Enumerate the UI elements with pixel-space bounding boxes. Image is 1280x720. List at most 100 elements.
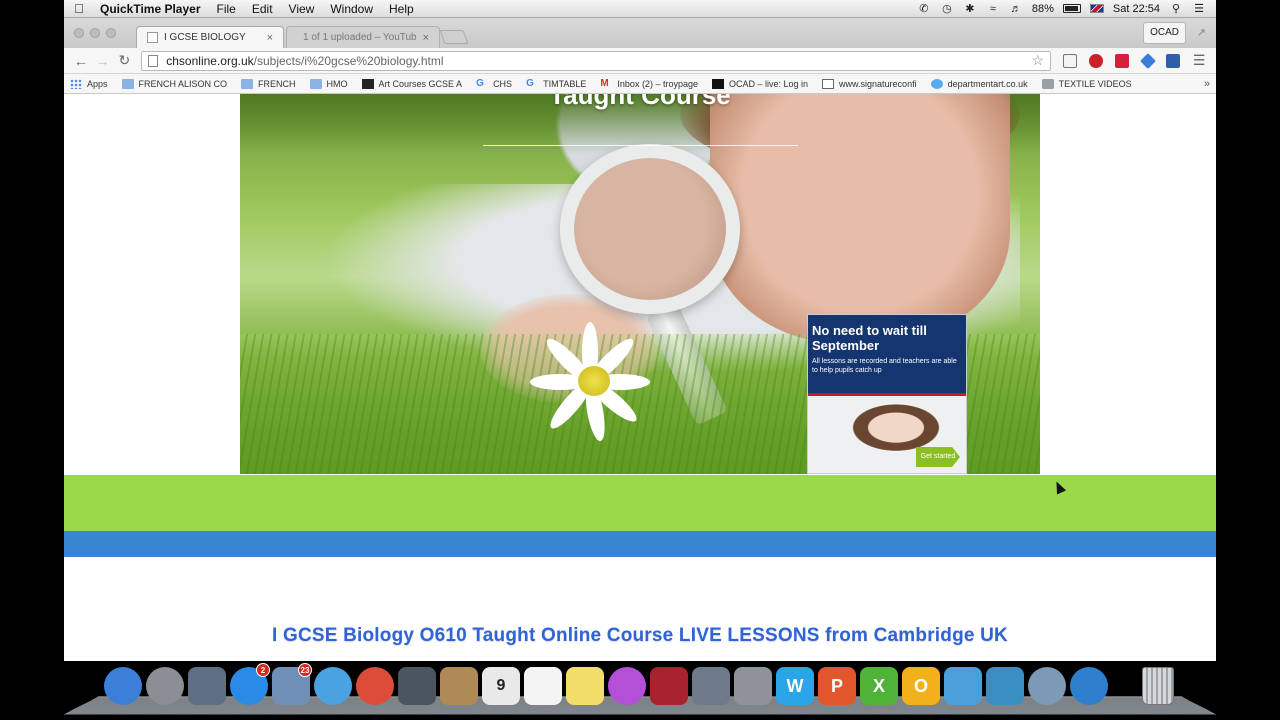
- facetime-icon[interactable]: [398, 667, 436, 705]
- reminders-icon[interactable]: [524, 667, 562, 705]
- contacts-icon[interactable]: [440, 667, 478, 705]
- finder-icon[interactable]: [104, 667, 142, 705]
- phone-icon[interactable]: ✆: [917, 3, 931, 15]
- itunes-icon[interactable]: [608, 667, 646, 705]
- back-button[interactable]: ←: [70, 53, 92, 69]
- bookmark-ocad[interactable]: OCAD – live: Log in: [711, 78, 809, 89]
- browser-window: I GCSE BIOLOGY × 1 of 1 uploaded – YouTu…: [64, 18, 1216, 661]
- time-machine-icon[interactable]: ◷: [940, 3, 954, 15]
- dock-icons: 2 23 9 W P X O: [104, 663, 1108, 705]
- tab-close-icon[interactable]: ×: [261, 32, 273, 44]
- get-started-button[interactable]: Get started: [916, 447, 960, 467]
- forward-button[interactable]: →: [92, 53, 114, 69]
- wifi-icon[interactable]: ≈: [986, 3, 1000, 15]
- extension-diamond-icon[interactable]: [1139, 52, 1156, 69]
- bookmark-star-icon[interactable]: ☆: [1031, 52, 1044, 69]
- bookmark-textile-videos[interactable]: TEXTILE VIDEOS: [1041, 78, 1132, 89]
- bookmark-french[interactable]: FRENCH: [241, 78, 296, 89]
- fullscreen-icon[interactable]: ↗: [1197, 26, 1206, 39]
- bookmark-label: FRENCH: [258, 78, 296, 89]
- quicktime-icon[interactable]: [1070, 667, 1108, 705]
- bookmark-label: FRENCH ALISON CO: [138, 78, 228, 89]
- bookmark-label: Inbox (2) – troypage: [617, 78, 698, 89]
- magnifying-glass-icon: [560, 144, 740, 314]
- profile-button[interactable]: OCAD: [1143, 22, 1186, 44]
- bookmark-label: OCAD – live: Log in: [728, 78, 809, 89]
- bookmark-label: CHS: [493, 78, 513, 89]
- remote-desktop-icon[interactable]: [986, 667, 1024, 705]
- photo-booth-icon[interactable]: [650, 667, 688, 705]
- battery-percent: 88%: [1031, 2, 1054, 15]
- cast-icon[interactable]: [1063, 53, 1077, 68]
- bookmark-chs[interactable]: G CHS: [476, 78, 513, 89]
- input-source-flag-icon[interactable]: [1089, 4, 1104, 13]
- bookmark-timtable[interactable]: G TIMTABLE: [526, 78, 586, 89]
- folder-icon: [241, 78, 254, 89]
- bluetooth-icon[interactable]: ✱: [963, 3, 977, 15]
- zoom-window-icon[interactable]: [106, 28, 116, 38]
- bookmark-departmentart[interactable]: departmentart.co.uk: [930, 78, 1028, 89]
- powerpoint-icon[interactable]: P: [818, 667, 856, 705]
- green-nav-band: [64, 475, 1216, 531]
- calendar-icon[interactable]: 9: [482, 667, 520, 705]
- bookmarks-overflow-button[interactable]: »: [1204, 78, 1210, 90]
- network-icon[interactable]: [1028, 667, 1066, 705]
- iphoto-icon[interactable]: [692, 667, 730, 705]
- battery-icon[interactable]: [1062, 4, 1081, 13]
- trash-icon[interactable]: [1142, 667, 1174, 705]
- page-info-icon[interactable]: [148, 54, 159, 67]
- word-icon[interactable]: W: [776, 667, 814, 705]
- extension-book-icon[interactable]: [1166, 53, 1181, 68]
- hero-image: Taught Course No need to wait till Septe…: [240, 94, 1040, 474]
- bookmark-art-courses[interactable]: Art Courses GCSE A: [361, 78, 462, 89]
- chrome-icon[interactable]: [356, 667, 394, 705]
- pinterest-icon[interactable]: [1088, 53, 1103, 68]
- menu-help[interactable]: Help: [381, 2, 422, 16]
- address-host: chsonline.org.uk: [166, 53, 254, 68]
- close-window-icon[interactable]: [74, 28, 84, 38]
- volume-icon[interactable]: ♬: [1009, 3, 1023, 15]
- screen:  QuickTime Player File Edit View Window…: [0, 0, 1280, 720]
- menu-app-name[interactable]: QuickTime Player: [94, 2, 209, 16]
- dock-icon-label: X: [872, 675, 885, 696]
- page-favicon-icon: [147, 32, 158, 43]
- mail-icon[interactable]: 23: [272, 663, 312, 705]
- browser-toolbar: ← → ↻ chsonline.org.uk/subjects/i%20gcse…: [64, 48, 1216, 74]
- messenger-icon[interactable]: [944, 667, 982, 705]
- notification-center-icon[interactable]: ☰: [1192, 3, 1206, 15]
- spotlight-icon[interactable]: ⚲: [1169, 3, 1183, 15]
- menu-edit[interactable]: Edit: [244, 2, 281, 16]
- app-store-icon[interactable]: 2: [230, 663, 270, 705]
- menu-window[interactable]: Window: [322, 2, 381, 16]
- system-preferences-icon[interactable]: [734, 667, 772, 705]
- promo-banner[interactable]: No need to wait till September All lesso…: [807, 314, 967, 474]
- address-bar[interactable]: chsonline.org.uk/subjects/i%20gcse%20bio…: [141, 50, 1052, 71]
- dock-icon-label: W: [786, 675, 804, 696]
- apple-menu-icon[interactable]: : [64, 1, 94, 16]
- outlook-icon[interactable]: O: [902, 667, 940, 705]
- tab-youtube-upload[interactable]: 1 of 1 uploaded – YouTub ×: [286, 26, 440, 48]
- bookmark-label: www.signatureconfi: [839, 78, 917, 89]
- site-icon: [361, 78, 374, 89]
- bookmark-french-alison[interactable]: FRENCH ALISON CO: [121, 78, 228, 89]
- menu-view[interactable]: View: [281, 2, 323, 16]
- page-heading: I GCSE Biology O610 Taught Online Course…: [272, 625, 1008, 646]
- dashboard-icon[interactable]: [188, 667, 226, 705]
- yoast-icon[interactable]: [1114, 53, 1129, 68]
- safari-icon[interactable]: [314, 667, 352, 705]
- menu-file[interactable]: File: [209, 2, 244, 16]
- bookmark-hmo[interactable]: HMO: [309, 78, 348, 89]
- launchpad-icon[interactable]: [146, 667, 184, 705]
- notes-icon[interactable]: [566, 667, 604, 705]
- tab-gcse-biology[interactable]: I GCSE BIOLOGY ×: [136, 26, 284, 48]
- new-tab-button[interactable]: [439, 30, 469, 44]
- minimize-window-icon[interactable]: [90, 28, 100, 38]
- excel-icon[interactable]: X: [860, 667, 898, 705]
- bookmark-signature[interactable]: www.signatureconfi: [822, 78, 917, 89]
- reload-button[interactable]: ↻: [114, 52, 136, 69]
- bookmark-apps[interactable]: Apps: [70, 78, 108, 89]
- tab-close-icon[interactable]: ×: [417, 32, 429, 44]
- menubar-clock[interactable]: Sat 22:54: [1113, 3, 1160, 15]
- bookmark-inbox[interactable]: M Inbox (2) – troypage: [600, 78, 698, 89]
- chrome-menu-icon[interactable]: ☰: [1188, 52, 1210, 69]
